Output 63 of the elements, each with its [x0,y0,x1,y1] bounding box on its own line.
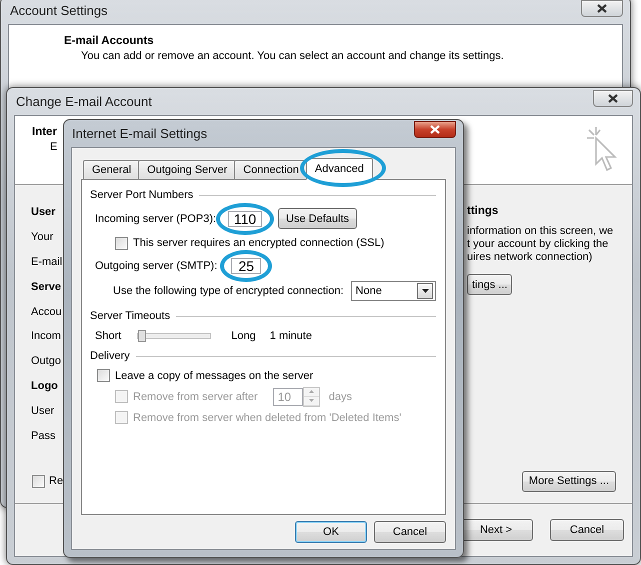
field-label: Outgoing server (SMTP): [95,260,218,272]
timeout-value: 1 minute [270,330,312,342]
section-heading: Logo [31,378,58,394]
section-heading: User [31,205,56,220]
page-heading: Inter [32,126,58,138]
close-icon [597,4,607,13]
description-line: t your account by clicking the [467,238,610,251]
checkbox-label: This server requires an encrypted connection (SSL) [133,237,384,249]
test-settings-button[interactable]: tings ... [467,274,512,295]
tab[interactable]: General [83,160,140,179]
dropdown-arrow-icon [422,289,428,293]
description-line: information on this screen, we [467,225,614,238]
field-label: E-mail [31,254,62,270]
group-label: Server Port Numbers [90,189,194,201]
cursor-click-icon [586,126,620,172]
days-label: days [328,390,352,402]
section-heading: ttings [467,205,498,217]
more-settings-button[interactable]: More Settings ... [522,470,616,492]
checkbox-label: Leave a copy of messages on the server [115,370,314,382]
encryption-dropdown[interactable]: None [350,281,436,301]
port-field[interactable]: 110 [228,210,262,226]
slider-label: Short [95,330,122,342]
section-heading: E-mail Accounts [64,35,155,47]
slider-thumb[interactable] [138,330,146,342]
section-heading: Serve [31,280,61,295]
checkbox-label: Remove from server after [133,390,258,402]
tab[interactable]: Connection [234,160,308,179]
cancel-button[interactable]: Cancel [550,519,624,541]
checkbox[interactable] [97,369,110,382]
group-label: Server Timeouts [90,310,170,322]
window-title: Change E-mail Account [15,94,152,109]
field-label: Pass [31,428,56,444]
field-label: Outgo [31,354,61,369]
field-label: Your [31,230,54,246]
dialog-title: Internet E-mail Settings [71,126,208,141]
tab[interactable]: Advanced [306,158,373,180]
field-label: Incom [31,329,61,344]
close-button[interactable] [581,0,623,17]
group-label: Delivery [90,350,130,362]
tab[interactable]: Outgoing Server [138,160,236,179]
checkbox-label: Remove from server when deleted from 'Deleted Items' [133,412,402,424]
checkbox-label: Re [49,475,64,487]
spin-buttons[interactable] [302,386,320,406]
section-description: You can add or remove an account. You can select an account and change its settings. [80,50,505,62]
checkbox[interactable] [115,236,128,250]
window-title: Account Settings [9,3,108,18]
field-label: User [31,404,54,420]
close-icon [430,125,440,134]
page-subtitle: E [49,141,58,153]
field-label: Use the following type of encrypted connection: [113,285,344,297]
slider-label: Long [231,330,256,342]
port-field[interactable]: 25 [231,258,262,274]
close-icon [608,94,618,103]
ok-button[interactable]: OK [295,521,367,543]
description-line: uires network connection) [467,251,594,264]
cancel-button[interactable]: Cancel [374,521,446,543]
close-button[interactable] [593,90,633,107]
field-label: Accou [31,304,62,320]
field-label: Incoming server (POP3): [95,212,216,224]
close-button[interactable] [414,121,456,138]
checkbox[interactable] [32,474,45,488]
use-defaults-button[interactable]: Use Defaults [278,208,358,229]
timeout-slider[interactable] [137,333,212,339]
